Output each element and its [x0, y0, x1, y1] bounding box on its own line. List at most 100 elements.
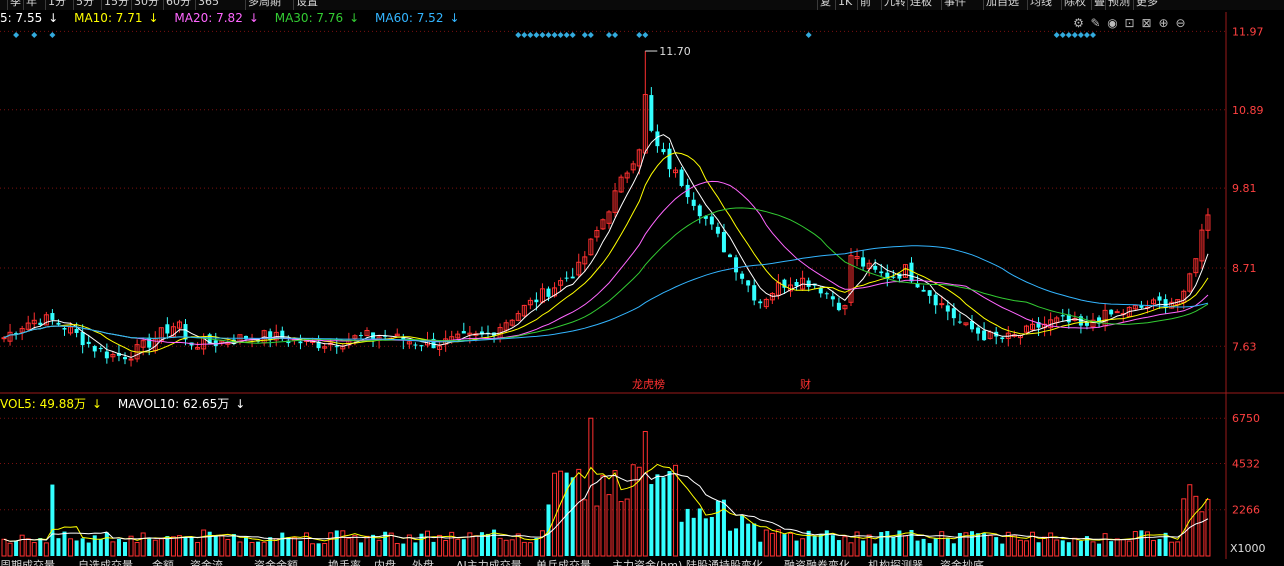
top-tab-20[interactable]: 预测 [1108, 0, 1130, 7]
candle-body[interactable] [939, 303, 945, 306]
candle-body[interactable] [945, 305, 950, 312]
indicator-tab-6[interactable]: 内盘 [374, 559, 396, 566]
candle-body[interactable] [836, 302, 841, 311]
candle-body[interactable] [861, 257, 866, 267]
settings-icon[interactable]: ⚙ [1070, 16, 1087, 30]
indicator-tab-3[interactable]: 资金流 [190, 559, 223, 566]
candle-body[interactable] [461, 331, 466, 334]
candle-body[interactable] [534, 299, 539, 303]
signal-diamond[interactable] [636, 32, 643, 38]
signal-diamond[interactable] [545, 32, 552, 38]
indicator-tab-9[interactable]: 单兵成交量 [536, 559, 591, 566]
candle-body[interactable] [358, 335, 363, 337]
candle-body[interactable] [1109, 309, 1114, 315]
candle-body[interactable] [661, 149, 666, 153]
event-marker-financial[interactable]: 财 [800, 377, 811, 391]
candle-body[interactable] [413, 344, 418, 346]
candle-body[interactable] [1, 337, 7, 340]
signal-diamond[interactable] [581, 32, 588, 38]
candle-body[interactable] [891, 276, 896, 278]
signal-diamond[interactable] [606, 32, 612, 38]
candle-body[interactable] [830, 296, 835, 300]
top-tab-21[interactable]: 更多 [1136, 0, 1158, 7]
top-tab-15[interactable]: 事件 [944, 0, 966, 7]
signal-diamond[interactable] [1071, 32, 1078, 38]
candle-body[interactable] [734, 257, 739, 273]
signal-diamond[interactable] [539, 32, 546, 38]
candle-body[interactable] [86, 341, 91, 344]
signal-diamond[interactable] [557, 32, 564, 38]
indicator-tab-13[interactable]: 机构探测器 [868, 559, 923, 566]
indicator-tab-0[interactable]: 周期成交量 [0, 559, 55, 566]
top-tab-0[interactable]: 季 [10, 0, 21, 7]
top-tab-14[interactable]: 连板 [910, 0, 932, 7]
top-tab-7[interactable]: 365 [198, 0, 219, 7]
candle-body[interactable] [740, 273, 745, 279]
candle-body[interactable] [982, 330, 987, 341]
candle-body[interactable] [715, 226, 720, 234]
signal-diamond[interactable] [612, 32, 619, 38]
minus-icon[interactable]: ⊖ [1172, 16, 1189, 30]
candle-body[interactable] [679, 169, 684, 186]
indicator-tab-14[interactable]: 资金抄底 [940, 559, 984, 566]
top-tab-2[interactable]: 1分 [48, 0, 66, 7]
candle-body[interactable] [976, 327, 981, 334]
candle-body[interactable] [80, 332, 85, 346]
candle-body[interactable] [419, 345, 424, 347]
candle-body[interactable] [746, 280, 751, 286]
signal-diamond[interactable] [551, 32, 558, 38]
candle-body[interactable] [933, 294, 938, 306]
indicator-tab-1[interactable]: 自选成交量 [78, 559, 133, 566]
chart-canvas[interactable]: 11.97 10.89 9.81 8.71 7.63 6750 4532 2266 X1000 1… [0, 0, 1284, 566]
top-tab-11[interactable]: 1K [838, 0, 852, 7]
top-tab-18[interactable]: 除权 [1064, 0, 1086, 7]
top-tab-19[interactable]: 叠 [1094, 0, 1105, 7]
signal-diamond[interactable] [563, 32, 570, 38]
signal-diamond[interactable] [642, 32, 649, 38]
top-tab-3[interactable]: 5分 [76, 0, 94, 7]
candle-body[interactable] [1060, 315, 1065, 317]
candle-body[interactable] [298, 341, 303, 344]
indicator-tab-5[interactable]: 换手率 [328, 559, 361, 566]
candle-body[interactable] [1157, 296, 1162, 301]
signal-diamond[interactable] [1065, 32, 1072, 38]
candle-body[interactable] [104, 351, 109, 359]
candle-body[interactable] [691, 199, 696, 206]
candle-body[interactable] [824, 293, 829, 295]
candle-body[interactable] [728, 254, 732, 258]
top-tab-5[interactable]: 30分 [134, 0, 159, 7]
indicator-tab-8[interactable]: AI主力成交量 [456, 559, 522, 566]
candle-body[interactable] [697, 205, 702, 217]
top-tab-12[interactable]: 前 [860, 0, 871, 7]
candle-body[interactable] [921, 289, 926, 292]
candle-body[interactable] [1114, 311, 1120, 314]
top-tab-4[interactable]: 15分 [104, 0, 129, 7]
candle-body[interactable] [873, 265, 878, 270]
signal-diamond[interactable] [1053, 32, 1060, 38]
top-tab-17[interactable]: 均线 [1030, 0, 1052, 7]
signal-diamond[interactable] [1090, 32, 1096, 38]
signal-diamond[interactable] [805, 32, 812, 38]
candle-body[interactable] [1084, 322, 1089, 326]
signal-diamond[interactable] [527, 32, 534, 38]
top-tab-6[interactable]: 60分 [166, 0, 191, 7]
candle-body[interactable] [334, 346, 339, 348]
indicator-tab-12[interactable]: 融资融券变化 [784, 559, 850, 566]
candle-body[interactable] [268, 331, 273, 341]
top-tab-13[interactable]: 九转 [884, 0, 906, 7]
brush-icon[interactable]: ✎ [1087, 16, 1104, 30]
plus-icon[interactable]: ⊕ [1155, 16, 1172, 30]
candle-body[interactable] [721, 232, 726, 253]
candle-body[interactable] [165, 324, 170, 334]
candle-body[interactable] [92, 346, 97, 352]
top-tab-10[interactable]: 复 [820, 0, 831, 7]
eye-icon[interactable]: ◉ [1104, 16, 1121, 30]
signal-diamond[interactable] [49, 32, 56, 38]
signal-diamond[interactable] [569, 32, 576, 38]
event-marker-dragon-tiger[interactable]: 龙虎榜 [632, 377, 665, 391]
candle-body[interactable] [50, 313, 55, 320]
candle-body[interactable] [564, 277, 569, 279]
indicator-tab-2[interactable]: 金额 [152, 559, 174, 566]
signal-diamond[interactable] [533, 32, 540, 38]
candle-body[interactable] [98, 348, 103, 350]
